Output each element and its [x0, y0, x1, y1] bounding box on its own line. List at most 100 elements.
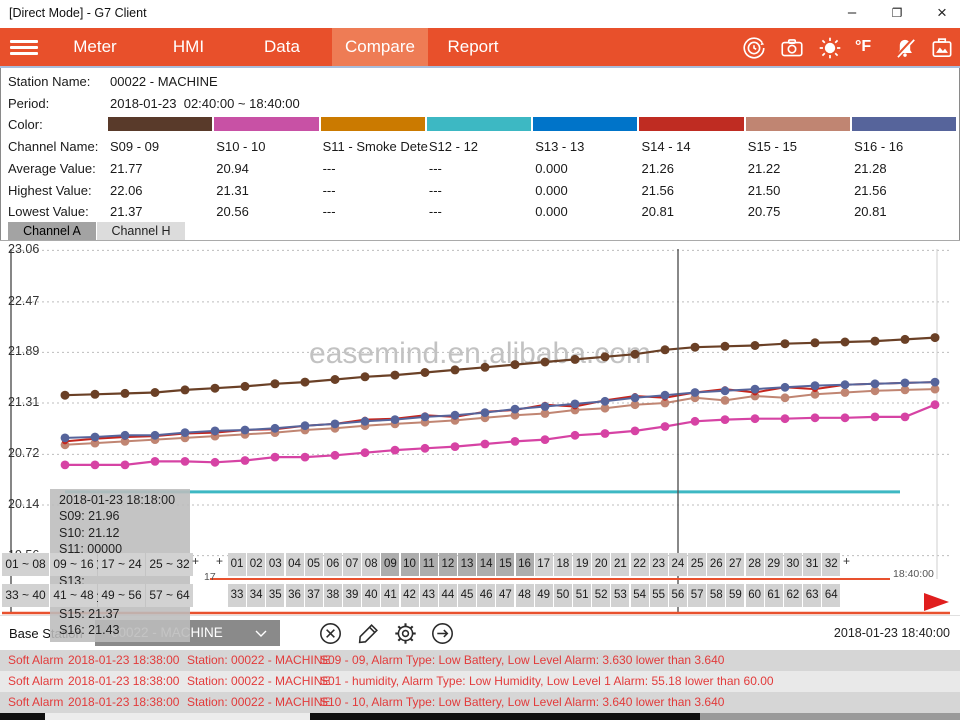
range-button[interactable]: 49 ~ 56 — [98, 584, 145, 607]
channel-button[interactable]: 24 — [669, 553, 687, 576]
channel-button[interactable]: 17 — [535, 553, 553, 576]
alarm-row[interactable]: Soft Alarm2018-01-23 18:38:00Station: 00… — [0, 671, 960, 692]
range-button[interactable]: 17 ~ 24 — [98, 553, 145, 576]
channel-button[interactable]: 63 — [803, 584, 821, 607]
screenshot-icon[interactable] — [929, 35, 955, 61]
channel-button[interactable]: 59 — [726, 584, 744, 607]
brightness-icon[interactable] — [817, 35, 843, 61]
fahrenheit-icon[interactable]: °F — [855, 38, 881, 64]
channel-button[interactable]: 22 — [631, 553, 649, 576]
range-button[interactable]: 09 ~ 16 — [50, 553, 97, 576]
channel-button[interactable]: 60 — [746, 584, 764, 607]
range-button[interactable]: 33 ~ 40 — [2, 584, 49, 607]
channel-button[interactable]: 46 — [477, 584, 495, 607]
channel-button[interactable]: 14 — [477, 553, 495, 576]
channel-button[interactable]: 07 — [343, 553, 361, 576]
channel-button[interactable]: 28 — [746, 553, 764, 576]
channel-button[interactable]: 16 — [516, 553, 534, 576]
channel-button[interactable]: 48 — [516, 584, 534, 607]
close-button[interactable]: × — [922, 0, 960, 28]
channel-button[interactable]: 36 — [286, 584, 304, 607]
channel-button[interactable]: 64 — [822, 584, 840, 607]
minimize-button[interactable]: – — [832, 0, 872, 28]
next-page-arrow-icon[interactable] — [924, 593, 949, 611]
channel-button[interactable]: 20 — [592, 553, 610, 576]
alarm-row[interactable]: Soft Alarm2018-01-23 18:38:00Station: 00… — [0, 650, 960, 671]
range-button[interactable]: 01 ~ 08 — [2, 553, 49, 576]
channel-button[interactable]: 23 — [650, 553, 668, 576]
hamburger-menu-icon[interactable] — [10, 37, 38, 57]
channel-button[interactable]: 42 — [401, 584, 419, 607]
tab-data[interactable]: Data — [232, 28, 332, 66]
channel-button[interactable]: 29 — [765, 553, 783, 576]
channel-button[interactable]: 27 — [726, 553, 744, 576]
channel-button[interactable]: 35 — [266, 584, 284, 607]
channel-button[interactable]: 51 — [573, 584, 591, 607]
channel-button[interactable]: 31 — [803, 553, 821, 576]
channel-button[interactable]: 15 — [496, 553, 514, 576]
channel-button[interactable]: 01 — [228, 553, 246, 576]
channel-button[interactable]: 25 — [688, 553, 706, 576]
channel-button[interactable]: 12 — [439, 553, 457, 576]
channel-button[interactable]: 03 — [266, 553, 284, 576]
export-icon[interactable] — [430, 621, 455, 646]
channel-button[interactable]: 47 — [496, 584, 514, 607]
maximize-button[interactable]: ❐ — [877, 0, 917, 28]
channel-button[interactable]: 40 — [362, 584, 380, 607]
tab-report[interactable]: Report — [428, 28, 518, 66]
channel-button[interactable]: 39 — [343, 584, 361, 607]
channel-button[interactable]: 19 — [573, 553, 591, 576]
channel-button[interactable]: 13 — [458, 553, 476, 576]
cancel-icon[interactable] — [318, 621, 343, 646]
alarm-row[interactable]: Soft Alarm2018-01-23 18:38:00Station: 00… — [0, 692, 960, 713]
channel-button[interactable]: 21 — [611, 553, 629, 576]
tab-compare[interactable]: Compare — [332, 28, 428, 66]
mute-bell-icon[interactable] — [892, 35, 918, 61]
channel-button[interactable]: 44 — [439, 584, 457, 607]
channel-button[interactable]: 10 — [401, 553, 419, 576]
tab-meter[interactable]: Meter — [45, 28, 145, 66]
channel-button[interactable]: 54 — [631, 584, 649, 607]
tab-hmi[interactable]: HMI — [145, 28, 232, 66]
channel-button[interactable]: 05 — [305, 553, 323, 576]
channel-button[interactable]: 57 — [688, 584, 706, 607]
edit-icon[interactable] — [356, 621, 381, 646]
range-button[interactable]: 41 ~ 48 — [50, 584, 97, 607]
camera-icon[interactable] — [779, 35, 805, 61]
channel-button[interactable]: 37 — [305, 584, 323, 607]
channel-button[interactable]: 02 — [247, 553, 265, 576]
channel-button[interactable]: 53 — [611, 584, 629, 607]
channel-button[interactable]: 62 — [784, 584, 802, 607]
channel-button[interactable]: 09 — [381, 553, 399, 576]
channel-button[interactable]: 61 — [765, 584, 783, 607]
channel-button[interactable]: 04 — [286, 553, 304, 576]
channel-button[interactable]: 41 — [381, 584, 399, 607]
channel-button[interactable]: 49 — [535, 584, 553, 607]
channel-button[interactable]: 50 — [554, 584, 572, 607]
channel-button[interactable]: 52 — [592, 584, 610, 607]
channel-button[interactable]: 45 — [458, 584, 476, 607]
range-button[interactable]: 57 ~ 64 — [146, 584, 193, 607]
alarm-station: Station: 00022 - MACHINE — [187, 695, 330, 709]
channel-button[interactable]: 56 — [669, 584, 687, 607]
channel-button[interactable]: 32 — [822, 553, 840, 576]
range-button[interactable]: 25 ~ 32 — [146, 553, 193, 576]
color-swatch — [321, 117, 425, 131]
channel-button[interactable]: 43 — [420, 584, 438, 607]
channel-button[interactable]: 06 — [324, 553, 342, 576]
settings-icon[interactable] — [393, 621, 418, 646]
channel-button[interactable]: 58 — [707, 584, 725, 607]
channel-button[interactable]: 34 — [247, 584, 265, 607]
channel-button[interactable]: 18 — [554, 553, 572, 576]
scrollbar-thumb[interactable] — [45, 713, 310, 720]
channel-button[interactable]: 55 — [650, 584, 668, 607]
channel-button[interactable]: 11 — [420, 553, 438, 576]
channel-button[interactable]: 38 — [324, 584, 342, 607]
channel-button[interactable]: 08 — [362, 553, 380, 576]
channel-button[interactable]: 33 — [228, 584, 246, 607]
tab-channel-h[interactable]: Channel H — [97, 222, 185, 240]
tab-channel-a[interactable]: Channel A — [8, 222, 96, 240]
sync-icon[interactable] — [741, 35, 767, 61]
channel-button[interactable]: 26 — [707, 553, 725, 576]
channel-button[interactable]: 30 — [784, 553, 802, 576]
